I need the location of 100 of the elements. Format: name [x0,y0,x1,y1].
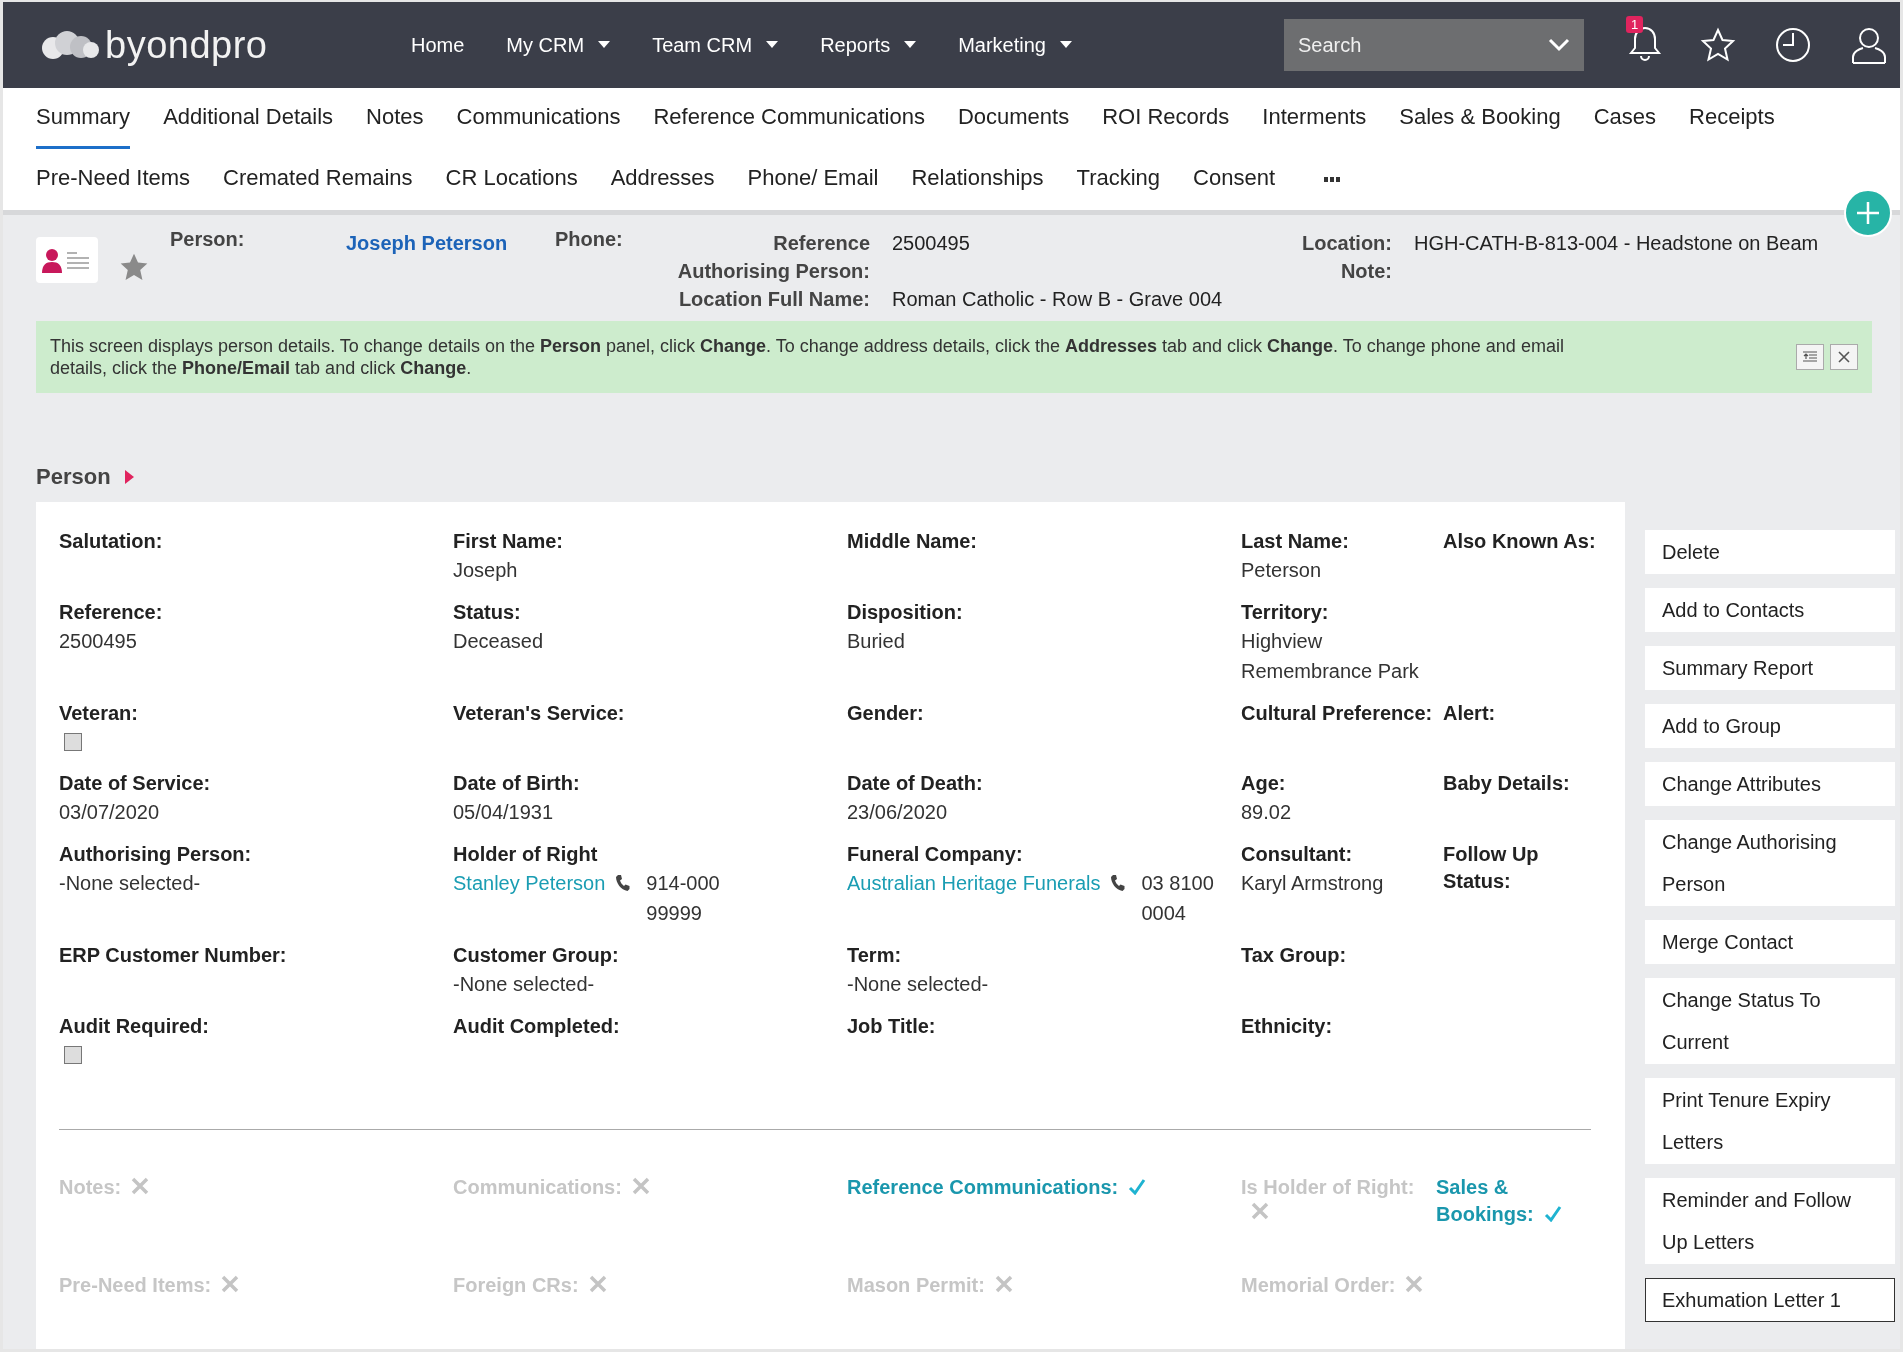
field-label: Ethnicity: [1241,1014,1334,1039]
tab[interactable]: Phone/ Email [747,149,879,210]
tab[interactable]: ROI Records [1102,88,1230,149]
caret-icon[interactable] [1060,41,1072,49]
action-button[interactable]: Change Authorising Person [1645,820,1895,906]
tab[interactable]: Reference Communications [653,88,925,149]
star-icon[interactable] [1700,27,1736,63]
action-button[interactable]: Change Attributes [1645,762,1895,806]
tab[interactable]: Notes [366,88,424,149]
brand-name[interactable]: byondpro [105,23,268,67]
field-label: Gender: [847,701,925,726]
field-value: Buried [847,629,906,654]
add-icon[interactable] [1844,189,1892,237]
tab[interactable]: Sales & Booking [1399,88,1561,149]
action-button[interactable]: Change Status To Current [1645,978,1895,1064]
tab[interactable]: Pre-Need Items [36,149,191,210]
action-button[interactable]: Add to Group [1645,704,1895,748]
cross-icon [131,1177,150,1195]
action-button[interactable]: Merge Contact [1645,920,1895,964]
field-label: Audit Required: [59,1014,210,1039]
search-field[interactable]: Search [1284,19,1584,71]
field-label: Salutation: [59,529,164,554]
detail-label: Authorising Person: [676,259,870,284]
field-label: Tax Group: [1241,943,1348,968]
banner-text: This screen displays person details. To change details on the Person panel, click Change. To change address details, click the Addresses tab and click Change. To change phone and email details, click the Phone/Email tab and click Change. [50,335,1565,379]
action-button[interactable]: Delete [1645,530,1895,574]
field-label: Age: [1241,771,1287,796]
field-label: Audit Completed: [453,1014,621,1039]
field-label: ERP Customer Number: [59,943,288,968]
field-value: Deceased [453,629,545,654]
clock-icon[interactable] [1774,26,1812,64]
nav-item[interactable]: Home [411,33,465,57]
phone-number: 03 8100 0004 [1141,871,1215,926]
field-value: 03/07/2020 [59,800,161,825]
detail-label: Reference [772,231,870,256]
action-button[interactable]: Add to Contacts [1645,588,1895,632]
field-value: -None selected- [453,972,596,997]
close-icon[interactable] [1830,344,1858,370]
field-label: Date of Birth: [453,771,581,796]
tab[interactable]: Cases [1593,88,1657,149]
action-button[interactable]: Exhumation Letter 1 [1645,1278,1895,1322]
expand-icon[interactable] [124,470,134,484]
check-icon [1128,1179,1147,1195]
tab[interactable]: Documents [957,88,1070,149]
location-value: HGH-CATH-B-813-004 - Headstone on Beam [1414,232,1819,254]
flag-label: Foreign CRs: [453,1274,579,1296]
phone-icon [1110,874,1126,892]
tab[interactable]: Relationships [911,149,1044,210]
tab[interactable]: Interments [1262,88,1367,149]
field-value: Highview Remembrance Park [1241,629,1420,684]
notification-badge: 1 [1626,16,1644,33]
tab[interactable]: Consent [1193,149,1276,210]
field-label: Middle Name: [847,529,979,554]
flag-label: Is Holder of Right: [1241,1176,1415,1198]
nav-item[interactable]: Reports [820,33,917,57]
tab[interactable]: Additional Details [163,88,334,149]
caret-icon[interactable] [598,41,611,49]
flag-label: Communications: [453,1176,622,1198]
phone-number: 914-000 99999 [646,871,721,926]
tab[interactable]: Addresses [610,149,715,210]
field-label: Funeral Company: [847,842,1024,867]
field-label: Veteran's Service: [453,701,626,726]
nav-item[interactable]: Team CRM [652,33,779,57]
field-value: Peterson [1241,558,1323,583]
field-value: 89.02 [1241,800,1293,825]
flag-label: Notes: [59,1176,122,1198]
caret-icon[interactable] [766,41,779,49]
field-label: Last Name: [1241,529,1350,554]
action-button[interactable]: Summary Report [1645,646,1895,690]
nav-item[interactable]: My CRM [506,33,611,57]
field-label: Cultural Preference: [1241,701,1434,726]
field-label: Veteran: [59,701,139,726]
caret-icon[interactable] [904,41,917,49]
checkbox[interactable] [64,1046,82,1064]
section-title[interactable]: Person [36,464,111,490]
field-value: 05/04/1931 [453,800,555,825]
tab[interactable]: Communications [456,88,621,149]
flag-label: Reference Communications: [847,1176,1119,1198]
field-value: -None selected- [59,871,202,896]
field-label: Territory: [1241,600,1330,625]
tab[interactable]: CR Locations [445,149,578,210]
detail-value: Roman Catholic - Row B - Grave 004 [892,288,1223,310]
action-button[interactable]: Print Tenure Expiry Letters [1645,1078,1895,1164]
more-icon[interactable] [1324,176,1341,183]
tab[interactable]: Summary [36,88,131,149]
flag-label: Pre-Need Items: [59,1274,212,1296]
user-icon[interactable] [1850,25,1888,65]
field-label: Baby Details: [1443,771,1571,796]
person-name-link[interactable]: Joseph Peterson [346,229,555,257]
checkbox[interactable] [64,733,82,751]
chevron-icon[interactable] [1548,38,1570,52]
tab[interactable]: Tracking [1076,149,1161,210]
location-label: Location: [1301,231,1392,256]
field-label: Disposition: [847,600,964,625]
nav-item[interactable]: Marketing [958,33,1072,57]
tab[interactable]: Cremated Remains [223,149,413,210]
tab[interactable]: Receipts [1689,88,1775,149]
contact-card-icon [36,237,98,283]
action-button[interactable]: Reminder and Follow Up Letters [1645,1178,1895,1264]
field-label: First Name: [453,529,565,554]
